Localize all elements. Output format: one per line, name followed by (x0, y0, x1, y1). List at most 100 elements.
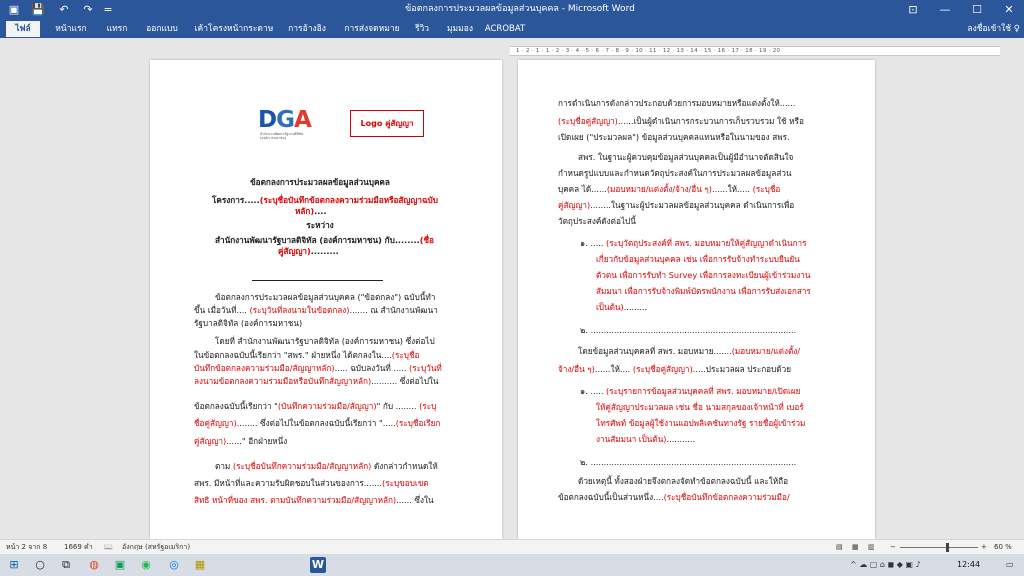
customize-quick-access-icon[interactable]: = (100, 2, 116, 17)
sign-in-link[interactable]: ลงชื่อเข้าใช้ ♀ (967, 21, 1020, 37)
body-line: ในข้อตกลงฉบับนี้เรียกว่า "สพร." ฝ่ายหนึ่… (194, 350, 420, 360)
browser-icon[interactable]: ◍ (86, 557, 102, 573)
body-line: ขึ้น เมื่อวันที่.... (ระบุวันที่ลงนามในข… (194, 305, 438, 315)
zoom-out-button[interactable]: − (890, 543, 896, 552)
zoom-slider[interactable] (900, 547, 978, 548)
tab-references[interactable]: การอ้างอิง (282, 21, 332, 37)
clock[interactable]: 12:44 (957, 560, 980, 570)
tab-insert[interactable]: แทรก (100, 21, 134, 37)
window-title: ข้อตกลงการประมวลผลข้อมูลส่วนบุคคล - Micr… (405, 4, 635, 14)
list-item: ๑. ..... (ระบุรายการข้อมูลส่วนบุคคลที่ ส… (580, 386, 801, 396)
tab-file[interactable]: ไฟล์ (6, 21, 40, 37)
save-icon[interactable]: 💾 (30, 2, 46, 17)
body-line: ข้อตกลงฉบับนี้เป็นส่วนหนึ่ง....(ระบุชื่อ… (558, 492, 790, 502)
body-line: รัฐบาลดิจิทัล (องค์การมหาชน) (194, 318, 303, 328)
tab-mailings[interactable]: การส่งจดหมาย (340, 21, 404, 37)
zoom-in-button[interactable]: + (981, 543, 987, 552)
body-line: ลงนามข้อตกลงความร่วมมือหรือบันทึกสัญญาหล… (194, 376, 439, 386)
project-line: โครงการ.....(ระบุชื่อบันทึกข้อตกลงความร่… (212, 195, 438, 205)
close-button[interactable]: ✕ (994, 1, 1024, 18)
title-bar: ▣ 💾 ↶ ↷ = ข้อตกลงการประมวลผลข้อมูลส่วนบุ… (0, 0, 1024, 19)
tab-design[interactable]: ออกแบบ (140, 21, 184, 37)
body-line: สิทธิ หน้าที่ของ สพร. ตามบันทึกความร่วมม… (194, 495, 434, 505)
tab-acrobat[interactable]: ACROBAT (482, 21, 528, 37)
start-icon[interactable]: ⊞ (6, 557, 22, 573)
list-item: ๑. ..... (ระบุวัตถุประสงค์ที่ สพร. มอบหม… (580, 238, 807, 248)
print-layout-icon[interactable]: ▦ (852, 543, 859, 552)
body-line: บันทึกข้อตกลงความร่วมมือ/สัญญาหลัก).....… (194, 363, 442, 373)
body-line: จ้าง/อื่น ๆ)......ให้.... (ระบุชื่อคู่สั… (558, 364, 792, 374)
list-item-cont: เกี่ยวกับข้อมูลส่วนบุคคล เช่น เพื่อการรั… (596, 254, 800, 264)
word-taskbar-icon[interactable]: W (310, 557, 326, 573)
dga-logo-subtext: สำนักงานพัฒนารัฐบาลดิจิทัล (องค์การมหาชน… (260, 132, 304, 140)
parties-line-cont: คู่สัญญา)......... (278, 246, 339, 256)
body-line: โดยข้อมูลส่วนบุคคลที่ สพร. มอบหมาย......… (578, 346, 801, 356)
edge-icon[interactable]: ◎ (166, 557, 182, 573)
body-line: ข้อตกลงฉบับนี้เรียกว่า "(บันทึกความร่วมม… (194, 401, 437, 411)
document-page-1[interactable]: DGA สำนักงานพัฒนารัฐบาลดิจิทัล (องค์การม… (150, 60, 502, 539)
word-app-icon: ▣ (8, 3, 20, 16)
body-line: สพร. ในฐานะผู้ควบคุมข้อมูลส่วนบุคคลเป็นผ… (578, 152, 794, 162)
dga-logo-text: DGA (258, 107, 312, 133)
list-item-cont: งานสัมมนา เป็นต้น)........... (596, 434, 696, 444)
list-item-cont: ตัวตน เพื่อการรับทำ Survey เพื่อการลงทะเ… (596, 270, 811, 280)
body-line: โดยที่ สำนักงานพัฒนารัฐบาลดิจิทัล (องค์ก… (215, 336, 435, 346)
tab-view[interactable]: มุมมอง (444, 21, 476, 37)
body-line: วัตถุประสงค์ดังต่อไปนี้ (558, 216, 636, 226)
body-line: ชื่อคู่สัญญา)........ ซึ่งต่อไปในข้อตกลง… (194, 418, 441, 428)
parties-line: สำนักงานพัฒนารัฐบาลดิจิทัล (องค์การมหาชน… (215, 235, 434, 245)
project-line-cont: หลัก).... (295, 206, 327, 216)
taskbar: ⊞ ○ ⧉ ◍ ▣ ◉ ◎ ▦ W ^ ☁ ▢ ⌂ ◼ ◆ ▣ ♪ 12:44 … (0, 554, 1024, 576)
vertical-scrollbar[interactable] (1013, 60, 1024, 539)
ribbon-tabs: ไฟล์ หน้าแรก แทรก ออกแบบ เค้าโครงหน้ากระ… (0, 19, 1024, 38)
tab-layout[interactable]: เค้าโครงหน้ากระดาษ (192, 21, 276, 37)
body-line: คู่สัญญา)......" อีกฝ่ายหนึ่ง (194, 436, 288, 446)
status-bar: หน้า 2 จาก 8 1669 คำ 📖 อังกฤษ (สหรัฐอเมร… (0, 539, 1024, 554)
search-icon[interactable]: ○ (32, 557, 48, 573)
body-line: ตาม (ระบุชื่อบันทึกความร่วมมือ/สัญญาหลัก… (215, 461, 438, 471)
body-line: คู่สัญญา)........ในฐานะผู้ประมวลผลข้อมูล… (558, 200, 795, 210)
list-item-cont: โทรศัพท์ ข้อมูลผู้ใช้งานแอปพลิเคชันทางรั… (596, 418, 806, 428)
language-indicator[interactable]: อังกฤษ (สหรัฐอเมริกา) (122, 543, 190, 552)
body-line: บุคคล ได้......(มอบหมาย/แต่งตั้ง/จ้าง/อื… (558, 184, 781, 194)
body-line: สพร. มีหน้าที่และความรับผิดชอบในส่วนของก… (194, 478, 429, 488)
ruler-area: 1 · 2 · 1 · 1 · 2 · 3 · 4 · 5 · 6 · 7 · … (0, 38, 1024, 60)
horizontal-ruler[interactable]: 1 · 2 · 1 · 1 · 2 · 3 · 4 · 5 · 6 · 7 · … (510, 46, 1000, 56)
task-view-icon[interactable]: ⧉ (58, 557, 74, 573)
body-line: (ระบุชื่อคู่สัญญา)......เป็นผู้ดำเนินการ… (558, 116, 804, 126)
tray-icons[interactable]: ^ ☁ ▢ ⌂ ◼ ◆ ▣ ♪ (850, 559, 921, 571)
list-item-cont: สัมมนา เพื่อการรับจ้างพิมพ์บัตรพนักงาน เ… (596, 286, 811, 296)
body-line: เปิดเผย ("ประมวลผล") ข้อมูลส่วนบุคคลแทนห… (558, 132, 790, 142)
read-mode-icon[interactable]: ▤ (836, 543, 843, 552)
body-line: กำหนดรูปแบบและกำหนดวัตถุประสงค์ในการประม… (558, 168, 792, 178)
zoom-level[interactable]: 60 % (994, 543, 1012, 552)
redo-icon[interactable]: ↷ (80, 2, 96, 17)
undo-icon[interactable]: ↶ (56, 2, 72, 17)
ribbon-display-options-button[interactable]: ⊡ (898, 1, 928, 18)
tab-home[interactable]: หน้าแรก (50, 21, 92, 37)
excel-icon[interactable]: ▣ (112, 557, 128, 573)
body-line: ข้อตกลงการประมวลผลข้อมูลส่วนบุคคล ("ข้อต… (215, 292, 436, 302)
spotify-icon[interactable]: ◉ (138, 557, 154, 573)
doc-title-line: ข้อตกลงการประมวลผลข้อมูลส่วนบุคคล (250, 177, 390, 187)
partner-logo-placeholder: Logo คู่สัญญา (350, 110, 424, 137)
document-page-2[interactable]: การดำเนินการดังกล่าวประกอบด้วยการมอบหมาย… (518, 60, 875, 539)
file-explorer-icon[interactable]: ▦ (192, 557, 208, 573)
list-item: ๒. .....................................… (580, 325, 797, 335)
page-count[interactable]: หน้า 2 จาก 8 (6, 543, 47, 552)
list-item-cont: เป็นต้น)......... (596, 302, 648, 312)
tab-review[interactable]: รีวิว (410, 21, 434, 37)
body-line: ด้วยเหตุนี้ ทั้งสองฝ่ายจึงตกลงจัดทำข้อตก… (578, 476, 789, 486)
separator-line (252, 280, 383, 281)
minimize-button[interactable]: — (930, 1, 960, 18)
between-line: ระหว่าง (306, 220, 334, 230)
dga-logo: DGA สำนักงานพัฒนารัฐบาลดิจิทัล (องค์การม… (258, 107, 312, 151)
list-item-cont: ให้คู่สัญญาประมวลผล เช่น ชื่อ นามสกุลของ… (596, 402, 804, 412)
maximize-button[interactable]: ☐ (962, 1, 992, 18)
word-count[interactable]: 1669 คำ (64, 543, 93, 552)
list-item: ๒. .....................................… (580, 457, 797, 467)
proofing-icon[interactable]: 📖 (104, 543, 113, 552)
notification-icon[interactable]: ▭ (1006, 559, 1014, 571)
zoom-slider-thumb[interactable] (946, 543, 949, 552)
web-layout-icon[interactable]: ▥ (868, 543, 875, 552)
